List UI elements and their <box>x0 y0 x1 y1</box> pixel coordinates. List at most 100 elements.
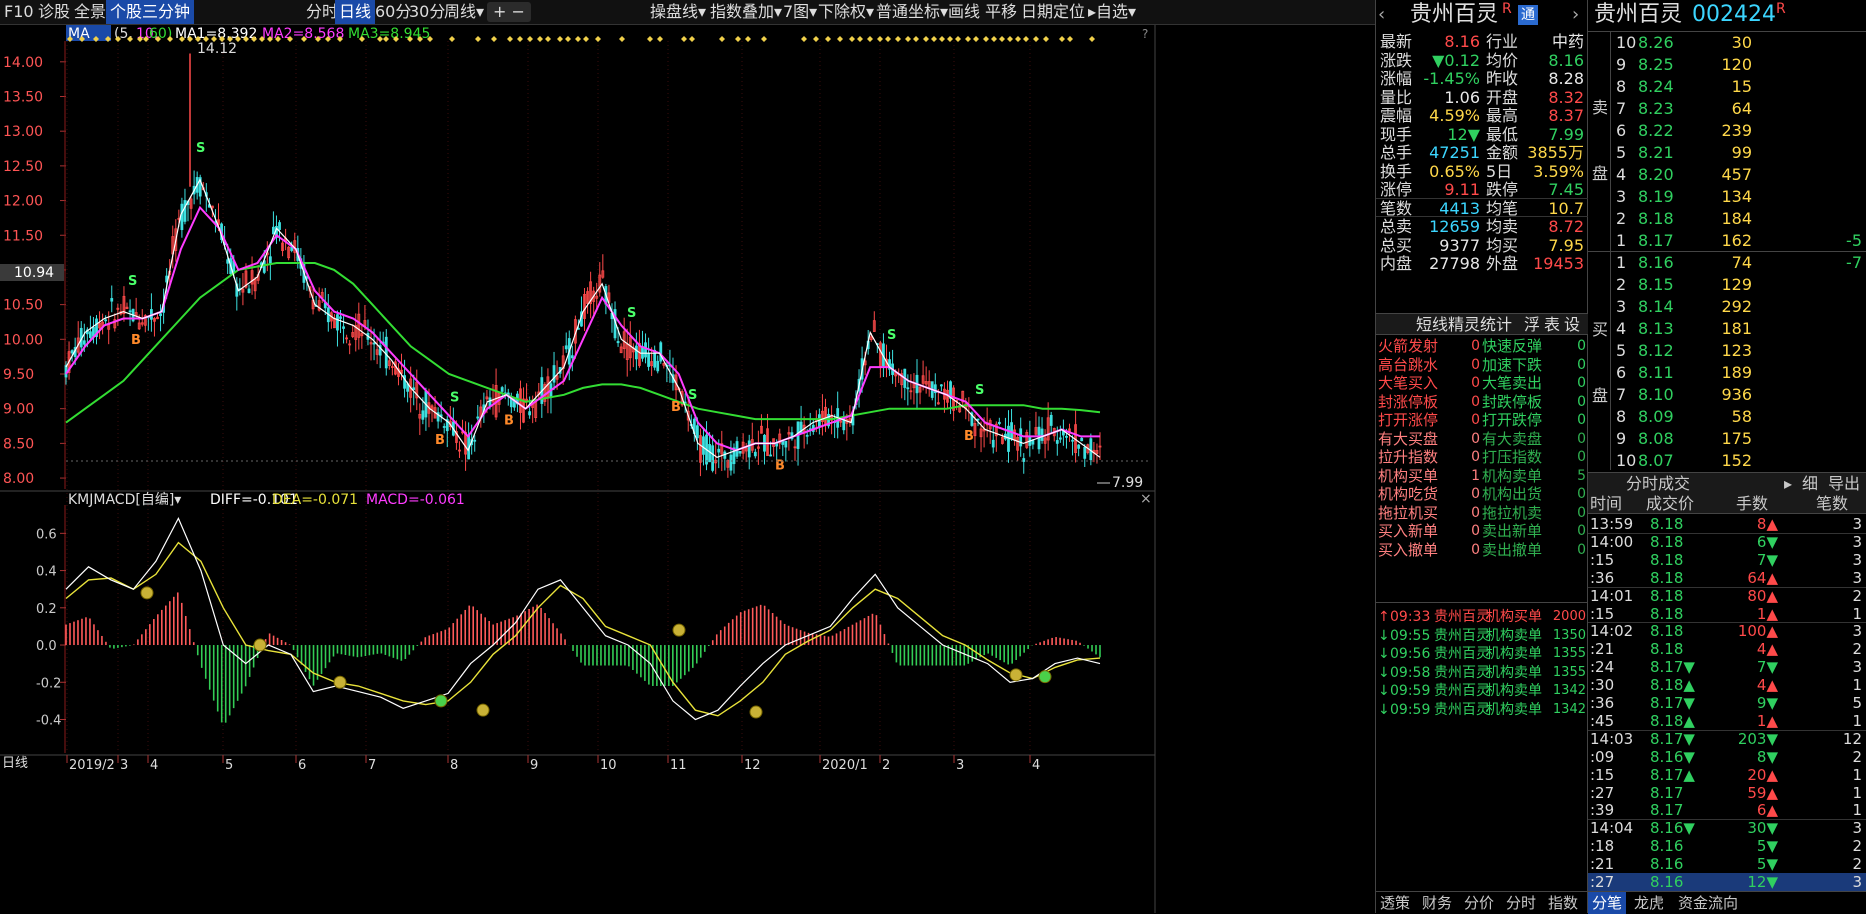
macd-cross-marker <box>1038 670 1052 684</box>
book-level: 8 <box>1616 77 1627 96</box>
tick-price: 8.16 <box>1650 873 1684 891</box>
book-price[interactable]: 8.11 <box>1638 362 1674 384</box>
book-price[interactable]: 8.21 <box>1638 142 1674 164</box>
prev-stock-icon[interactable]: ‹ <box>1378 0 1385 30</box>
macd-cross-marker <box>476 703 490 717</box>
book-volume: 120 <box>1721 55 1752 74</box>
period-day[interactable]: 日线 <box>335 0 376 24</box>
book-price[interactable]: 8.15 <box>1638 274 1674 296</box>
book-volume: 15 <box>1731 77 1752 96</box>
tool-index-overlay[interactable]: 指数叠加▾ <box>706 0 786 24</box>
book-level: 8 <box>1616 407 1627 426</box>
book-price[interactable]: 8.20 <box>1638 164 1674 186</box>
book-change: -5 <box>1846 231 1862 250</box>
tab-intraday[interactable]: 分时 <box>1506 892 1536 914</box>
book-volume: 175 <box>1721 429 1752 448</box>
tab-ticks[interactable]: 分笔 <box>1588 892 1627 914</box>
book-price[interactable]: 8.24 <box>1638 76 1674 98</box>
book-change <box>1788 384 1862 406</box>
price-tick: 8.00 <box>3 471 34 487</box>
book-volume: 292 <box>1721 297 1752 316</box>
tab-dragon-tiger[interactable]: 龙虎 <box>1634 892 1664 914</box>
date-tick: 2020/1 <box>822 758 868 773</box>
next-stock-icon[interactable]: › <box>1572 0 1579 30</box>
ticks-columns: 时间 成交价 手数 笔数 <box>1588 494 1866 514</box>
sprite-opt-settings[interactable]: 设 <box>1564 314 1580 336</box>
macd-tick: 0.0 <box>36 639 57 654</box>
book-price[interactable]: 8.09 <box>1638 406 1674 428</box>
book-volume: 152 <box>1721 451 1752 470</box>
buy-signal: B <box>964 429 974 444</box>
book-price[interactable]: 8.19 <box>1638 186 1674 208</box>
book-price[interactable]: 8.16 <box>1638 252 1674 274</box>
sprite-opt-table[interactable]: 表 <box>1544 314 1560 336</box>
ticks-col-volume: 手数 <box>1736 494 1769 513</box>
tab-price-dist[interactable]: 分价 <box>1464 892 1494 914</box>
date-tick: 6 <box>298 758 306 773</box>
event-stock[interactable]: 贵州百灵 <box>1434 699 1490 721</box>
quote-r-badge: R <box>1502 1 1512 17</box>
buy-signal: B <box>504 414 514 429</box>
tab-strategy[interactable]: 透策 <box>1380 892 1410 914</box>
date-tick: 8 <box>450 758 458 773</box>
toolbar-panorama[interactable]: 全景 <box>70 0 110 24</box>
book-price[interactable]: 8.12 <box>1638 340 1674 362</box>
period-week[interactable]: 周线▾ <box>440 0 488 24</box>
macd-tick: 0.6 <box>36 527 57 542</box>
book-r-badge: R <box>1776 1 1786 17</box>
book-price[interactable]: 8.18 <box>1638 208 1674 230</box>
book-price[interactable]: 8.07 <box>1638 450 1674 472</box>
book-price[interactable]: 8.10 <box>1638 384 1674 406</box>
book-level: 6 <box>1616 363 1627 382</box>
book-change <box>1788 406 1862 428</box>
book-price[interactable]: 8.14 <box>1638 296 1674 318</box>
book-volume: 162 <box>1721 231 1752 250</box>
tool-pan[interactable]: 平移 <box>981 0 1021 24</box>
quote-value: 27798 <box>1429 254 1480 273</box>
ticks-expand-icon[interactable]: ▸ <box>1784 473 1792 495</box>
tool-date-locate[interactable]: 日期定位 <box>1017 0 1089 24</box>
book-level: 2 <box>1616 209 1627 228</box>
ticks-export-button[interactable]: 导出 <box>1828 473 1860 495</box>
book-price[interactable]: 8.22 <box>1638 120 1674 142</box>
book-price[interactable]: 8.13 <box>1638 318 1674 340</box>
buy-side-label-1: 买 <box>1592 320 1609 339</box>
close-macd-icon[interactable]: × <box>1140 491 1152 507</box>
tool-watchlist[interactable]: ▸自选▾ <box>1084 0 1140 24</box>
price-tick: 10.50 <box>3 298 43 314</box>
book-level: 5 <box>1616 341 1627 360</box>
book-price[interactable]: 8.25 <box>1638 54 1674 76</box>
tool-ex-rights[interactable]: 下除权▾ <box>814 0 878 24</box>
tab-finance[interactable]: 财务 <box>1422 892 1452 914</box>
zoom-out-icon[interactable]: − <box>512 2 525 21</box>
toolbar-3min[interactable]: 个股三分钟 <box>106 0 195 24</box>
book-level: 2 <box>1616 275 1627 294</box>
tool-draw-line[interactable]: 画线 <box>944 0 984 24</box>
book-change <box>1788 142 1862 164</box>
book-price[interactable]: 8.26 <box>1638 32 1674 54</box>
tool-trade-line[interactable]: 操盘线▾ <box>646 0 710 24</box>
tab-index[interactable]: 指数 <box>1548 892 1578 914</box>
macd-indicator-name[interactable]: KMJMACD[自编]▾ <box>68 492 181 508</box>
book-level: 3 <box>1616 187 1627 206</box>
help-icon[interactable]: ? <box>1142 27 1148 41</box>
book-price[interactable]: 8.17 <box>1638 230 1674 252</box>
sprite-item[interactable]: 卖出撤单 <box>1482 539 1542 561</box>
tool-coordinate[interactable]: 普通坐标▾ <box>872 0 952 24</box>
period-indicator[interactable]: 日线 <box>2 756 28 771</box>
book-price[interactable]: 8.08 <box>1638 428 1674 450</box>
zoom-in-icon[interactable]: + <box>493 2 506 21</box>
dea-value: DEA=-0.071 <box>272 492 358 508</box>
tong-badge[interactable]: 通 <box>1518 5 1538 25</box>
zoom-buttons[interactable]: + − <box>487 2 531 22</box>
toolbar-f10[interactable]: F10 <box>0 0 38 24</box>
tab-fund-flow[interactable]: 资金流向 <box>1678 892 1738 914</box>
sprite-item[interactable]: 买入撤单 <box>1378 539 1438 561</box>
sprite-opt-float[interactable]: 浮 <box>1524 314 1540 336</box>
macd-cross-marker <box>333 675 347 689</box>
toolbar-diagnose[interactable]: 诊股 <box>34 0 74 24</box>
kline-chart[interactable]: MA (5, 10, 60) MA1=8.392 MA2=8.568 MA3=8… <box>0 25 1375 913</box>
book-price[interactable]: 8.23 <box>1638 98 1674 120</box>
book-change <box>1788 450 1862 472</box>
ticks-fine-button[interactable]: 细 <box>1802 473 1818 495</box>
